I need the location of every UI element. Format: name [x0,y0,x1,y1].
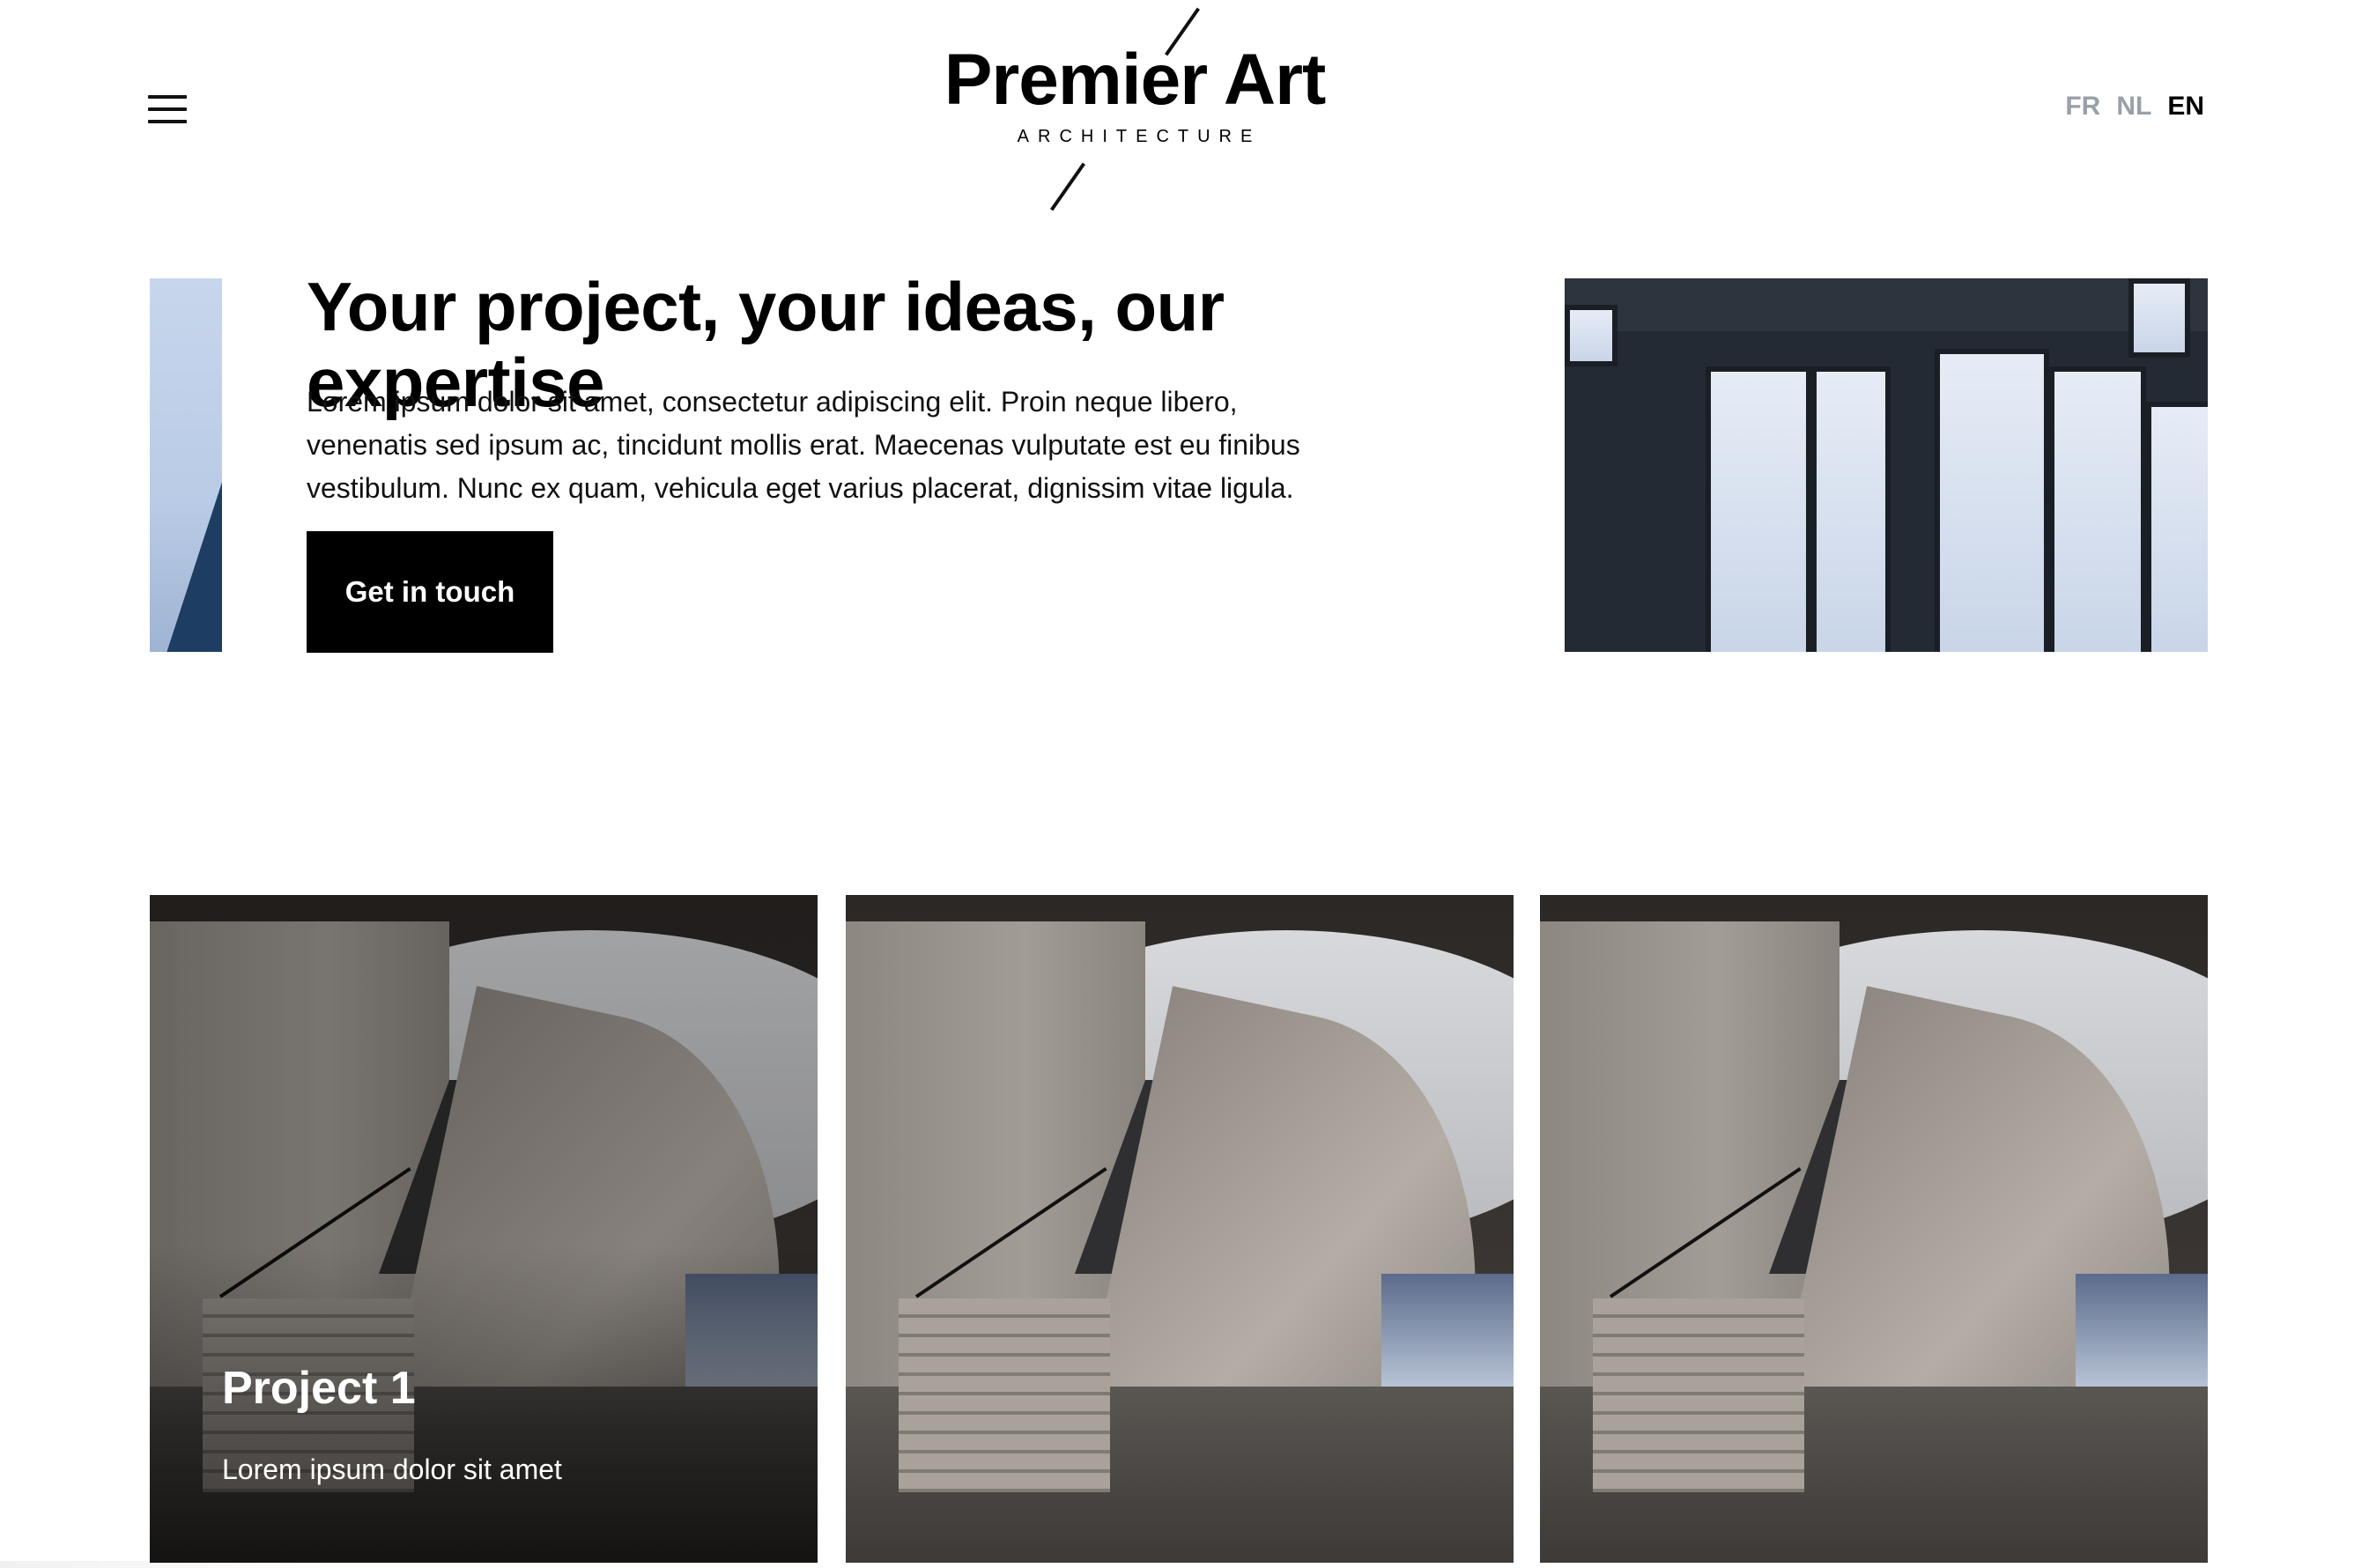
hero-text: Lorem ipsum dolor sit amet, consectetur … [307,386,1300,504]
facade-window [1565,305,1617,366]
project-title: Project 1 [222,1363,416,1414]
hamburger-menu-icon[interactable] [148,95,187,123]
lang-fr[interactable]: FR [2065,92,2100,122]
facade-window [2049,366,2146,652]
glass-facade [2076,1274,2208,1388]
lang-en[interactable]: EN [2167,92,2204,122]
building-edge [150,418,222,652]
glass-facade [1381,1274,1514,1388]
hero-image-right [1565,278,2208,652]
language-switcher: FR NL EN [2065,92,2204,122]
bottom-edge-shadow [0,1561,335,1568]
stair-steps [899,1298,1110,1492]
menu-bar [148,95,187,99]
page: Premier Art ARCHITECTURE FR NL EN Your p… [0,0,2354,1568]
facade-window [2146,402,2208,652]
logo-name: Premier Art [944,40,1327,120]
menu-bar [148,120,187,123]
facade-window [1935,349,2049,652]
facade-window [1706,366,1811,652]
logo-tagline: ARCHITECTURE [1017,127,1262,146]
project-card-1[interactable]: Project 1 Lorem ipsum dolor sit amet [150,895,818,1563]
project-card-3[interactable] [1540,895,2208,1563]
get-in-touch-button[interactable]: Get in touch [307,531,553,653]
project-card-2[interactable] [846,895,1514,1563]
facade-window [1811,366,1891,652]
project-description: Lorem ipsum dolor sit amet [222,1453,562,1485]
facade-band [1565,278,2208,331]
menu-bar [148,107,187,111]
lang-nl[interactable]: NL [2116,92,2151,122]
stair-steps [1593,1298,1804,1492]
logo-slash-icon [1050,162,1085,211]
hero-image-left [150,278,222,652]
facade-window [2128,278,2190,358]
